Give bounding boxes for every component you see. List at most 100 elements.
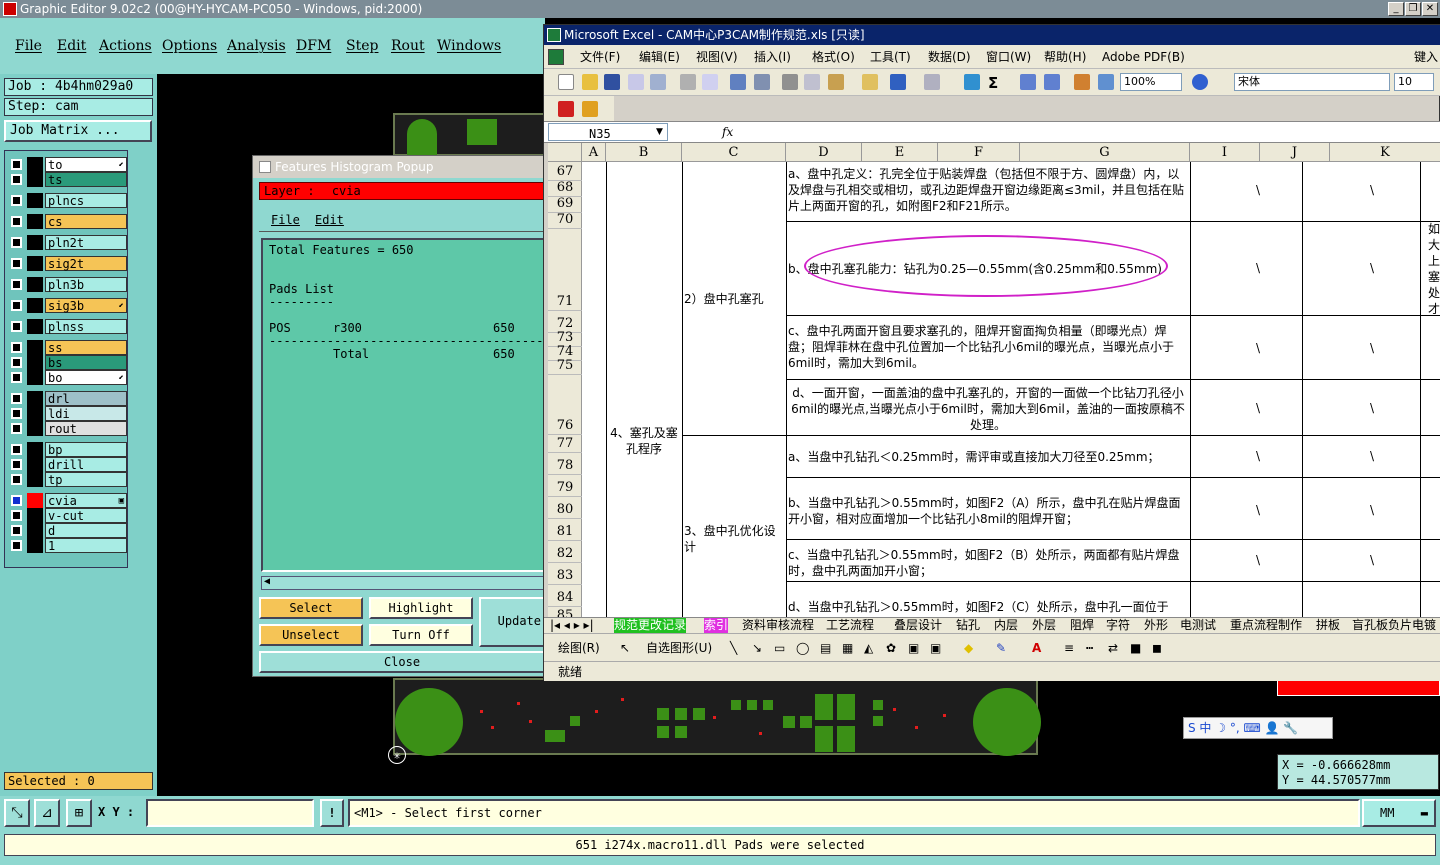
unselect-button[interactable]: Unselect: [259, 624, 363, 646]
row-header[interactable]: 71: [548, 294, 582, 309]
popup-menu-file[interactable]: File: [271, 208, 300, 232]
help-icon[interactable]: [1192, 74, 1208, 90]
layer-checkbox[interactable]: [11, 444, 22, 455]
layer-row-rout[interactable]: rout: [7, 421, 129, 436]
row-header[interactable]: 81: [548, 524, 582, 539]
select-all-corner[interactable]: [548, 143, 582, 162]
sheet-tab[interactable]: 字符: [1106, 618, 1130, 633]
layer-color-swatch[interactable]: [27, 355, 43, 370]
row-header[interactable]: 72: [548, 316, 582, 331]
layer-color-swatch[interactable]: [27, 493, 43, 508]
excel-menu-data[interactable]: 数据(D): [928, 45, 971, 69]
layer-row-pln2t[interactable]: pln2t: [7, 235, 129, 250]
arrow-icon[interactable]: ↘: [752, 634, 762, 662]
layer-checkbox[interactable]: [11, 525, 22, 536]
arrow-style-icon[interactable]: ⇄: [1108, 634, 1118, 662]
menu-file[interactable]: File: [15, 38, 42, 54]
excel-menu-file[interactable]: 文件(F): [580, 45, 620, 69]
sheet-tab[interactable]: 重点流程制作: [1230, 618, 1302, 633]
layer-checkbox[interactable]: [11, 372, 22, 383]
sheet-nav-icon[interactable]: |◂ ◂ ▸ ▸|: [550, 618, 594, 633]
zoom-area-icon[interactable]: ⤡: [4, 799, 30, 827]
highlight-button[interactable]: Highlight: [369, 597, 473, 619]
row-header[interactable]: 69: [548, 196, 582, 211]
popup-menu-edit[interactable]: Edit: [315, 208, 344, 232]
line-color-icon[interactable]: ✎: [996, 634, 1006, 662]
layer-color-swatch[interactable]: [27, 235, 43, 250]
layer-name[interactable]: drl: [45, 391, 127, 406]
layer-checkbox[interactable]: [11, 258, 22, 269]
layer-checkbox[interactable]: [11, 510, 22, 521]
autoshapes-menu[interactable]: 自选图形(U): [646, 634, 712, 662]
textbox-icon[interactable]: ▤: [820, 634, 831, 662]
menu-windows[interactable]: Windows: [437, 38, 501, 54]
fill-color-icon[interactable]: ◆: [964, 634, 973, 662]
col-header[interactable]: J: [1260, 143, 1330, 162]
layer-name[interactable]: ldi: [45, 406, 127, 421]
sort-asc-icon[interactable]: [1020, 74, 1036, 90]
research-icon[interactable]: [754, 74, 770, 90]
layer-name[interactable]: cs: [45, 214, 127, 229]
font-color-icon[interactable]: A: [1032, 634, 1041, 662]
excel-menu-window[interactable]: 窗口(W): [986, 45, 1031, 69]
image-icon[interactable]: ▣: [930, 634, 941, 662]
col-header[interactable]: K: [1330, 143, 1440, 162]
menu-analysis[interactable]: Analysis: [227, 38, 286, 54]
autosum-icon[interactable]: Σ: [988, 74, 1004, 92]
layer-row-bs[interactable]: bs: [7, 355, 129, 370]
undo-icon[interactable]: [890, 74, 906, 90]
sheet-tab[interactable]: 索引: [704, 618, 729, 633]
layer-checkbox[interactable]: [11, 342, 22, 353]
sheet-tab[interactable]: 叠层设计: [894, 618, 942, 633]
layer-color-swatch[interactable]: [27, 391, 43, 406]
layer-checkbox[interactable]: [11, 300, 22, 311]
row-header[interactable]: 85: [548, 608, 582, 617]
col-header[interactable]: I: [1190, 143, 1260, 162]
draw-menu[interactable]: 绘图(R): [558, 634, 600, 662]
layer-color-swatch[interactable]: [27, 193, 43, 208]
layer-row-bo[interactable]: bo ⬋: [7, 370, 129, 385]
layer-row-drill[interactable]: drill: [7, 457, 129, 472]
layer-name[interactable]: plnss: [45, 319, 127, 334]
new-icon[interactable]: [558, 74, 574, 90]
row-header[interactable]: 84: [548, 590, 582, 605]
3d-icon[interactable]: ◼: [1152, 634, 1162, 662]
layer-color-swatch[interactable]: [27, 214, 43, 229]
col-header[interactable]: C: [682, 143, 786, 162]
col-header[interactable]: G: [1020, 143, 1190, 162]
row-header[interactable]: 68: [548, 180, 582, 195]
font-select[interactable]: 宋体: [1234, 73, 1390, 91]
row-header[interactable]: 75: [548, 358, 582, 373]
menu-rout[interactable]: Rout: [391, 38, 425, 54]
layer-color-swatch[interactable]: [27, 472, 43, 487]
zoom-select[interactable]: 100%: [1120, 73, 1182, 91]
layer-checkbox[interactable]: [11, 216, 22, 227]
close-button[interactable]: Close: [259, 651, 545, 673]
col-header[interactable]: F: [938, 143, 1020, 162]
layer-name[interactable]: ts: [45, 172, 127, 187]
layer-checkbox[interactable]: [11, 459, 22, 470]
row-header[interactable]: 70: [548, 212, 582, 227]
print-preview-icon[interactable]: [702, 74, 718, 90]
menu-actions[interactable]: Actions: [99, 38, 152, 54]
layer-name[interactable]: ss: [45, 340, 127, 355]
function-icon[interactable]: fx: [722, 122, 733, 142]
sheet-tab[interactable]: 阻焊: [1070, 618, 1094, 633]
layer-color-swatch[interactable]: [27, 298, 43, 313]
sheet-tab[interactable]: 钻孔: [956, 618, 980, 633]
horizontal-scrollbar[interactable]: ◀: [261, 576, 545, 590]
wordart-icon[interactable]: ▦: [842, 634, 853, 662]
email-icon[interactable]: [650, 74, 666, 90]
xy-input[interactable]: [146, 799, 314, 827]
layer-checkbox[interactable]: [11, 357, 22, 368]
close-button[interactable]: ✕: [1422, 2, 1438, 16]
drawing-icon[interactable]: [1098, 74, 1114, 90]
layer-name[interactable]: d: [45, 523, 127, 538]
excel-menu-adobe-pdf[interactable]: Adobe PDF(B): [1102, 45, 1185, 69]
layer-checkbox[interactable]: [11, 423, 22, 434]
minimize-button[interactable]: _: [1388, 2, 1404, 16]
line-style-icon[interactable]: ≡: [1064, 634, 1074, 662]
layer-name[interactable]: rout: [45, 421, 127, 436]
help-search-box[interactable]: 键入: [1414, 45, 1438, 69]
sheet-tab[interactable]: 内层: [994, 618, 1018, 633]
